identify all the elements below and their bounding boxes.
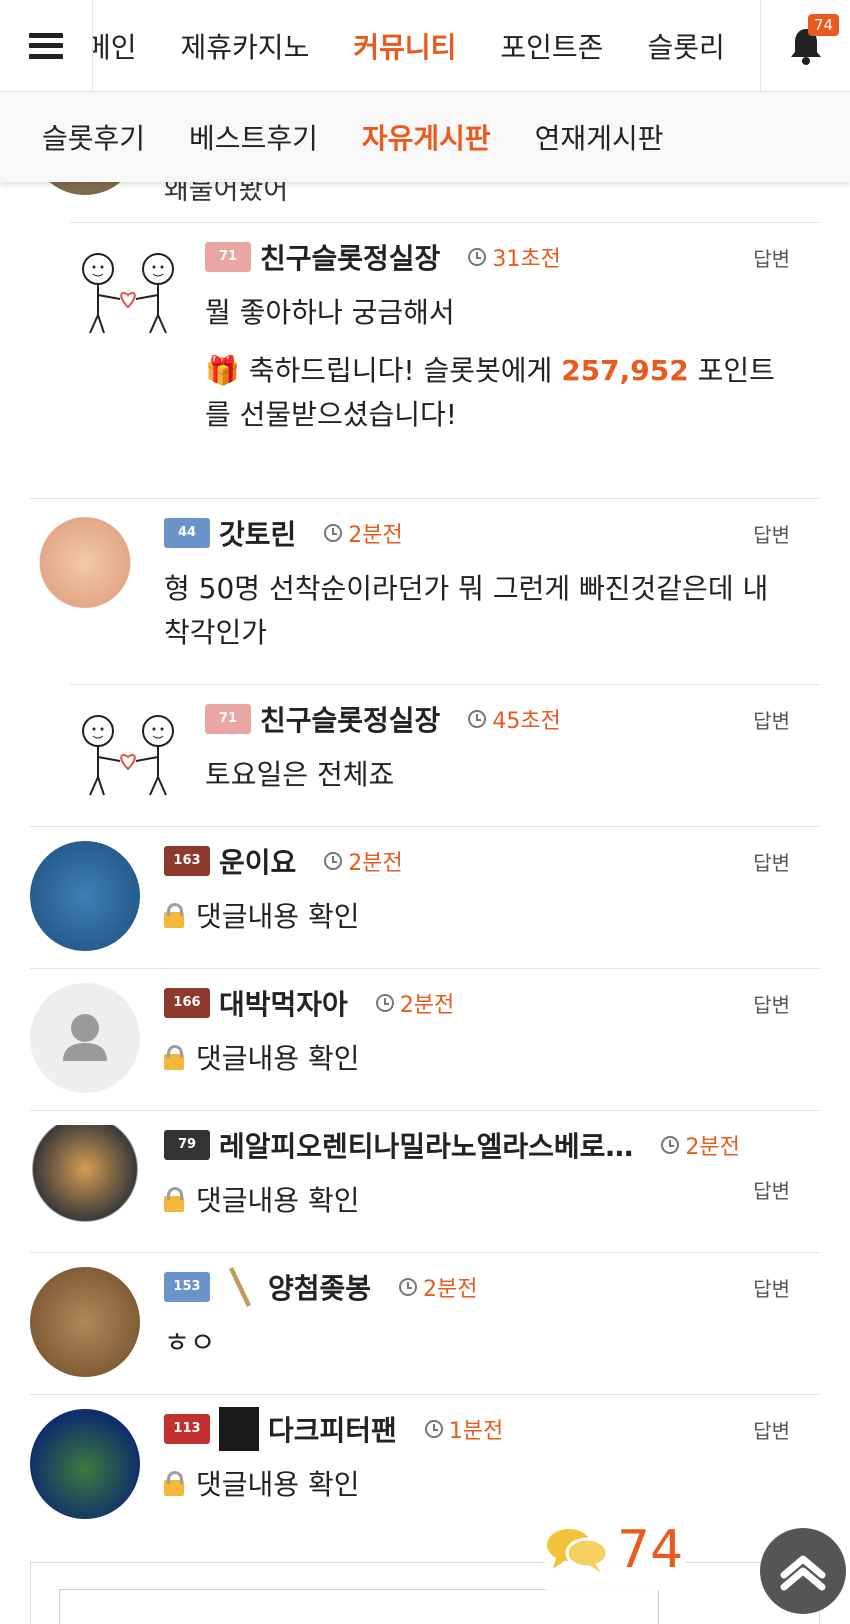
clock-icon (424, 1420, 443, 1438)
reply-button[interactable]: 답변 (753, 989, 790, 1018)
comment: 153 양첨좆봉 2분전 답변 ㅎㅇ (30, 1252, 820, 1394)
comment: 79 레알피오렌티나밀라노엘라스베로… 2분전 답변 댓글내용 확인 (30, 1110, 820, 1252)
comment-count-button[interactable]: 74 (545, 1510, 685, 1590)
level-badge: 163 (164, 846, 210, 876)
timestamp: 2분전 (661, 1129, 740, 1161)
nickname[interactable]: 친구슬롯정실장 (260, 699, 440, 739)
bat-icon (219, 1265, 259, 1309)
chevron-up-icon (780, 1555, 826, 1591)
comment-reply: 71 친구슬롯정실장 31초전 답변 뭘 좋아하나 궁금해서 🎁 축하드립니다!… (70, 222, 820, 498)
timestamp: 45초전 (468, 703, 561, 735)
avatar (30, 1267, 140, 1377)
comment-text: 토요일은 전체죠 (205, 758, 395, 791)
nickname[interactable]: 친구슬롯정실장 (260, 237, 440, 277)
level-badge: 166 (164, 988, 210, 1018)
comment-text-locked[interactable]: 댓글내용 확인 (164, 1179, 790, 1223)
nickname[interactable]: 다크피터팬 (268, 1409, 397, 1449)
main-tabs: 메인 제휴카지노 커뮤니티 포인트존 슬롯리 (93, 0, 760, 92)
nickname[interactable]: 대박먹자아 (219, 983, 348, 1023)
timestamp: 1분전 (424, 1413, 503, 1445)
reply-button[interactable]: 답변 (753, 1415, 790, 1444)
lock-icon (164, 1045, 184, 1070)
notification-badge: 74 (808, 13, 840, 36)
subtab-best-review[interactable]: 베스트후기 (167, 117, 340, 157)
tab-point-zone[interactable]: 포인트존 (478, 26, 625, 66)
reply-button[interactable]: 답변 (753, 705, 790, 734)
level-badge: 71 (205, 704, 251, 734)
avatar (30, 1409, 140, 1519)
clock-icon (399, 1278, 418, 1296)
reply-button[interactable]: 답변 (753, 243, 790, 272)
tab-community[interactable]: 커뮤니티 (331, 26, 478, 66)
avatar (30, 983, 140, 1093)
gift-notice: 🎁 축하드립니다! 슬롯봇에게 257,952 포인트를 선물받으셨습니다! (205, 354, 775, 431)
avatar (30, 841, 140, 951)
avatar (70, 237, 180, 347)
comment-write-box (30, 1562, 820, 1624)
nickname[interactable]: 레알피오렌티나밀라노엘라스베로… (219, 1125, 633, 1165)
comment: 166 대박먹자아 2분전 답변 댓글내용 확인 (30, 968, 820, 1110)
timestamp: 2분전 (324, 517, 403, 549)
level-badge: 113 (164, 1414, 210, 1444)
avatar (70, 699, 180, 809)
tab-partner-casino[interactable]: 제휴카지노 (159, 26, 332, 66)
gift-icon: 🎁 (205, 354, 240, 387)
clock-icon (324, 524, 343, 542)
clock-icon (324, 852, 343, 870)
comment: 44 갓토린 2분전 답변 형 50명 선착순이라던가 뭐 그런게 빠진것같은데… (30, 498, 820, 684)
reply-button[interactable]: 답변 (753, 1175, 790, 1204)
level-badge: 79 (164, 1130, 210, 1160)
top-navigation: 메인 제휴카지노 커뮤니티 포인트존 슬롯리 74 (0, 0, 850, 92)
tab-main[interactable]: 메인 (93, 26, 159, 66)
hamburger-icon (29, 32, 63, 59)
timestamp: 2분전 (375, 987, 454, 1019)
comment-text: 뭘 좋아하나 궁금해서 (205, 296, 455, 329)
comment: 163 운이요 2분전 답변 댓글내용 확인 (30, 826, 820, 968)
nickname[interactable]: 운이요 (219, 841, 296, 881)
lock-icon (164, 1471, 184, 1496)
clock-icon (375, 994, 394, 1012)
comment-count: 74 (617, 1520, 684, 1580)
lock-icon (164, 903, 184, 928)
tab-slot[interactable]: 슬롯리 (625, 26, 746, 66)
reply-button[interactable]: 답변 (753, 519, 790, 548)
comment: 113 다크피터팬 1분전 답변 댓글내용 확인 (30, 1394, 820, 1536)
comment-input[interactable] (59, 1589, 659, 1624)
timestamp: 2분전 (324, 845, 403, 877)
subtab-series-board[interactable]: 연재게시판 (513, 117, 686, 157)
level-badge: 153 (164, 1272, 210, 1302)
chat-bubble-icon (547, 1529, 609, 1573)
level-badge: 71 (205, 242, 251, 272)
subtab-slot-review[interactable]: 슬롯후기 (20, 117, 167, 157)
avatar (30, 1125, 140, 1235)
sub-navigation: 슬롯후기 베스트후기 자유게시판 연재게시판 (0, 92, 850, 182)
friends-drawing-icon (70, 699, 180, 809)
subtab-free-board[interactable]: 자유게시판 (340, 117, 513, 157)
timestamp: 31초전 (468, 241, 561, 273)
timestamp: 2분전 (399, 1271, 478, 1303)
clock-icon (468, 248, 487, 266)
nickname[interactable]: 갓토린 (219, 513, 296, 553)
reply-button[interactable]: 답변 (753, 847, 790, 876)
comment-reply: 71 친구슬롯정실장 45초전 답변 토요일은 전체죠 (70, 684, 820, 826)
clock-icon (661, 1136, 680, 1154)
lock-icon (164, 1187, 184, 1212)
comment-text: 형 50명 선착순이라던가 뭐 그런게 빠진것같은데 내 착각인가 (164, 572, 769, 649)
clock-icon (468, 710, 487, 728)
dark-icon (219, 1407, 259, 1451)
notification-button[interactable]: 74 (760, 0, 850, 92)
reply-button[interactable]: 답변 (753, 1273, 790, 1302)
friends-drawing-icon (70, 237, 180, 347)
avatar (30, 513, 140, 623)
level-badge: 44 (164, 518, 210, 548)
comment-text-locked[interactable]: 댓글내용 확인 (164, 895, 790, 939)
comment-text-locked[interactable]: 댓글내용 확인 (164, 1463, 790, 1507)
scroll-top-button[interactable] (760, 1528, 846, 1614)
comment-text: ㅎㅇ (164, 1326, 216, 1359)
nickname[interactable]: 양첨좆봉 (268, 1267, 371, 1307)
menu-button[interactable] (0, 0, 93, 92)
default-user-icon (63, 1014, 107, 1061)
comment-text-locked[interactable]: 댓글내용 확인 (164, 1037, 790, 1081)
